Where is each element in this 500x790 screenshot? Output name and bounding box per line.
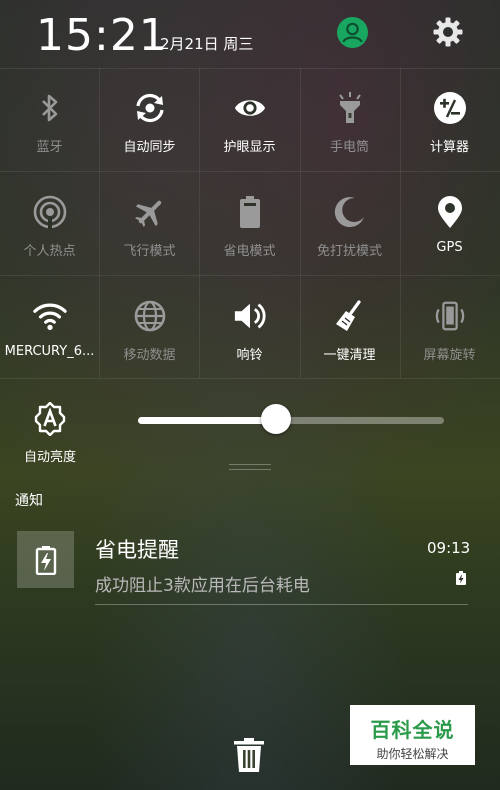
settings-gear-icon[interactable] xyxy=(432,16,464,48)
eye-icon xyxy=(234,100,265,116)
tile-label: 蓝牙 xyxy=(36,140,63,155)
auto-brightness-label: 自动亮度 xyxy=(23,450,76,465)
tile-ringer[interactable]: 响铃 xyxy=(200,276,299,379)
tile-gps[interactable]: GPS xyxy=(400,172,499,275)
brightness-slider[interactable] xyxy=(138,417,444,424)
tile-label: 自动同步 xyxy=(123,140,176,155)
quick-settings-grid: 蓝牙 自动同步 护眼显示 手电筒 计算器 个人热点 飞行模式 省电模式 免打扰模… xyxy=(0,68,500,379)
bluetooth-icon xyxy=(41,94,57,122)
watermark-logo: 百科全说 助你轻松解决 xyxy=(350,705,475,765)
date-label: 2月21日 周三 xyxy=(160,35,254,53)
tile-label: 护眼显示 xyxy=(223,140,276,155)
watermark-title: 百科全说 xyxy=(370,718,455,742)
tile-label: 免打扰模式 xyxy=(316,244,382,259)
tile-airplane-mode[interactable]: 飞行模式 xyxy=(100,172,199,275)
battery-charging-icon xyxy=(35,545,56,575)
tile-hotspot[interactable]: 个人热点 xyxy=(0,172,99,275)
rotate-icon xyxy=(435,301,464,331)
battery-icon xyxy=(239,196,260,228)
hotspot-icon xyxy=(33,195,66,229)
notification-card[interactable]: 省电提醒 成功阻止3款应用在后台耗电 09:13 xyxy=(0,522,500,606)
brightness-slider-thumb[interactable] xyxy=(260,404,291,434)
calculator-icon xyxy=(433,92,466,124)
speaker-icon xyxy=(234,303,266,329)
tile-label: 屏幕旋转 xyxy=(423,348,476,363)
tile-label: 省电模式 xyxy=(223,244,276,259)
wifi-icon xyxy=(32,303,67,330)
tile-label: GPS xyxy=(436,240,463,255)
tile-label: 个人热点 xyxy=(23,244,76,259)
user-icon xyxy=(342,22,363,43)
brightness-panel: 自动亮度 xyxy=(0,380,500,480)
tile-eye-protection[interactable]: 护眼显示 xyxy=(200,68,299,171)
tile-label: 移动数据 xyxy=(123,348,176,363)
battery-small-icon xyxy=(456,571,466,585)
notifications-heading: 通知 xyxy=(15,493,43,509)
tile-calculator[interactable]: 计算器 xyxy=(400,68,499,171)
auto-brightness-icon xyxy=(34,401,66,437)
tile-label: MERCURY_6... xyxy=(4,344,95,359)
flashlight-icon xyxy=(338,92,361,123)
clear-all-trash-icon[interactable] xyxy=(233,737,265,773)
tile-bluetooth[interactable]: 蓝牙 xyxy=(0,68,99,171)
tile-do-not-disturb[interactable]: 免打扰模式 xyxy=(300,172,399,275)
tile-flashlight[interactable]: 手电筒 xyxy=(300,68,399,171)
tile-wifi[interactable]: MERCURY_6... xyxy=(0,276,99,379)
tile-one-key-clean[interactable]: 一键清理 xyxy=(300,276,399,379)
notification-time: 09:13 xyxy=(427,539,471,557)
notification-app-icon xyxy=(17,531,74,588)
tile-label: 一键清理 xyxy=(323,348,376,363)
notification-divider xyxy=(95,604,468,605)
tile-power-saving[interactable]: 省电模式 xyxy=(200,172,299,275)
broom-icon xyxy=(335,300,361,331)
tile-label: 飞行模式 xyxy=(123,244,176,259)
auto-brightness-toggle[interactable]: 自动亮度 xyxy=(15,401,85,465)
status-bar: 15:21 2月21日 周三 xyxy=(0,0,500,68)
clock: 15:21 xyxy=(36,10,168,61)
user-avatar[interactable] xyxy=(337,17,368,48)
watermark-subtitle: 助你轻松解决 xyxy=(376,747,449,761)
tile-mobile-data[interactable]: 移动数据 xyxy=(100,276,199,379)
tile-label: 响铃 xyxy=(236,348,263,363)
tile-label: 计算器 xyxy=(429,140,469,155)
panel-drag-handle[interactable] xyxy=(229,464,271,474)
sync-icon xyxy=(135,93,164,123)
notification-title: 省电提醒 xyxy=(95,538,179,562)
globe-icon xyxy=(134,300,165,332)
airplane-icon xyxy=(134,200,161,227)
tile-auto-sync[interactable]: 自动同步 xyxy=(100,68,199,171)
notification-body: 成功阻止3款应用在后台耗电 xyxy=(95,576,310,596)
tile-label: 手电筒 xyxy=(329,140,369,155)
brightness-slider-fill xyxy=(138,417,276,424)
moon-icon xyxy=(334,197,364,228)
location-icon xyxy=(437,196,462,228)
tile-screen-rotation[interactable]: 屏幕旋转 xyxy=(400,276,499,379)
